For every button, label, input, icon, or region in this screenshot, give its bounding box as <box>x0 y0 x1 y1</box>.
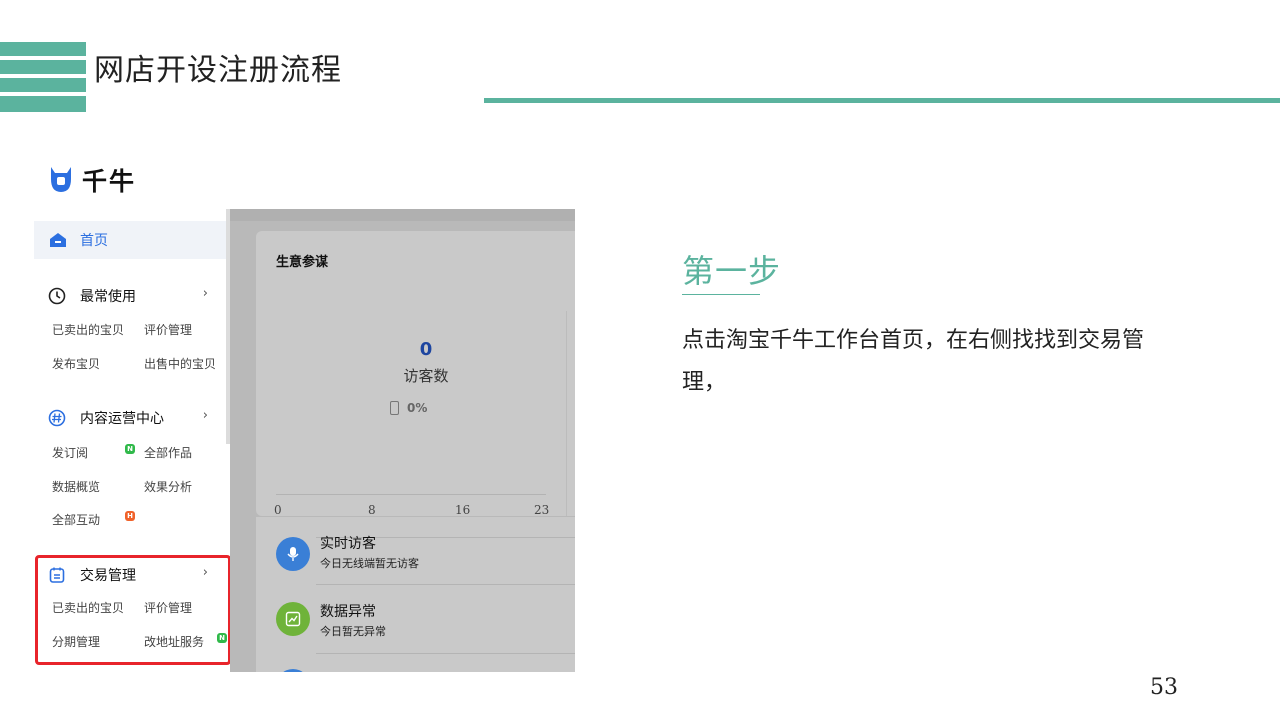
section-label: 最常使用 <box>80 289 136 305</box>
logo-text: 千牛 <box>82 167 137 196</box>
list-item-title[interactable]: 数据异常 <box>320 601 376 621</box>
sidebar-item-home[interactable]: 首页 <box>34 221 226 259</box>
mobile-percentage: 0% <box>390 401 427 415</box>
header-stripes-decoration <box>0 42 86 112</box>
menu-item[interactable]: 发订阅 <box>52 444 88 461</box>
section-label: 内容运营中心 <box>80 411 164 427</box>
business-advisor-card[interactable]: 生意参谋 0 访客数 0% 0 8 16 23 <box>256 231 575 517</box>
list-item-subtitle: 今日暂无异常 <box>320 625 386 638</box>
divider <box>316 653 575 654</box>
axis-tick: 23 <box>534 503 550 517</box>
qianniu-logo: 千牛 <box>48 162 136 198</box>
menu-item[interactable]: 数据概览 <box>52 478 100 495</box>
sidebar-item-label: 首页 <box>80 233 108 249</box>
main-top-bar <box>230 209 575 221</box>
slide-title: 网店开设注册流程 <box>94 53 342 88</box>
sidebar: 首页 最常使用 › 已卖出的宝贝 评价管理 发布宝贝 出售中的宝贝 内容运营中心… <box>34 209 231 672</box>
axis-tick: 16 <box>455 503 471 517</box>
hashtag-icon <box>48 409 66 427</box>
header-underline <box>484 98 1280 103</box>
qianniu-screenshot: 首页 最常使用 › 已卖出的宝贝 评价管理 发布宝贝 出售中的宝贝 内容运营中心… <box>34 209 575 672</box>
menu-item[interactable]: 效果分析 <box>144 478 192 495</box>
phone-icon <box>390 401 399 415</box>
alert-list: 实时访客 今日无线端暂无访客 数据异常 今日暂无异常 <box>256 517 575 672</box>
menu-item[interactable]: 出售中的宝贝 <box>144 355 216 372</box>
home-icon <box>50 233 66 247</box>
divider <box>316 584 575 585</box>
sidebar-section-frequent[interactable]: 最常使用 › <box>48 286 208 306</box>
chart-axis <box>276 494 546 495</box>
clock-icon <box>48 287 66 305</box>
chevron-right-icon: › <box>202 286 208 301</box>
hot-badge: H <box>125 511 135 521</box>
step-description: 点击淘宝千牛工作台首页，在右侧找找到交易管理， <box>682 328 1145 395</box>
chart-line-icon <box>276 602 310 636</box>
menu-item[interactable]: 全部互动 <box>52 511 100 528</box>
step-title-underline <box>682 294 760 295</box>
menu-item[interactable]: 评价管理 <box>144 321 192 338</box>
page-number: 53 <box>1150 675 1178 700</box>
new-badge: N <box>125 444 135 454</box>
card-title: 生意参谋 <box>276 255 329 270</box>
card-divider <box>566 311 567 516</box>
visitor-count: 0 <box>419 339 433 360</box>
main-content-dimmed: 生意参谋 0 访客数 0% 0 8 16 23 实时访客 今日无线端暂无访客 数… <box>230 209 575 672</box>
visitor-label: 访客数 <box>403 367 449 385</box>
menu-item[interactable]: 全部作品 <box>144 444 192 461</box>
trade-management-highlight-box <box>35 555 231 665</box>
mobile-pct-value: 0% <box>407 401 428 415</box>
axis-tick: 8 <box>368 503 376 517</box>
chevron-right-icon: › <box>202 408 208 423</box>
sidebar-section-content-center[interactable]: 内容运营中心 › <box>48 408 208 428</box>
list-icon-partial <box>276 669 310 672</box>
axis-tick: 0 <box>274 503 282 517</box>
microphone-icon <box>276 537 310 571</box>
menu-item[interactable]: 已卖出的宝贝 <box>52 321 124 338</box>
list-item-title[interactable]: 实时访客 <box>320 533 376 553</box>
menu-item[interactable]: 发布宝贝 <box>52 355 100 372</box>
qianniu-logo-icon <box>51 167 71 192</box>
list-item-subtitle: 今日无线端暂无访客 <box>320 557 419 570</box>
step-title: 第一步 <box>682 252 782 290</box>
